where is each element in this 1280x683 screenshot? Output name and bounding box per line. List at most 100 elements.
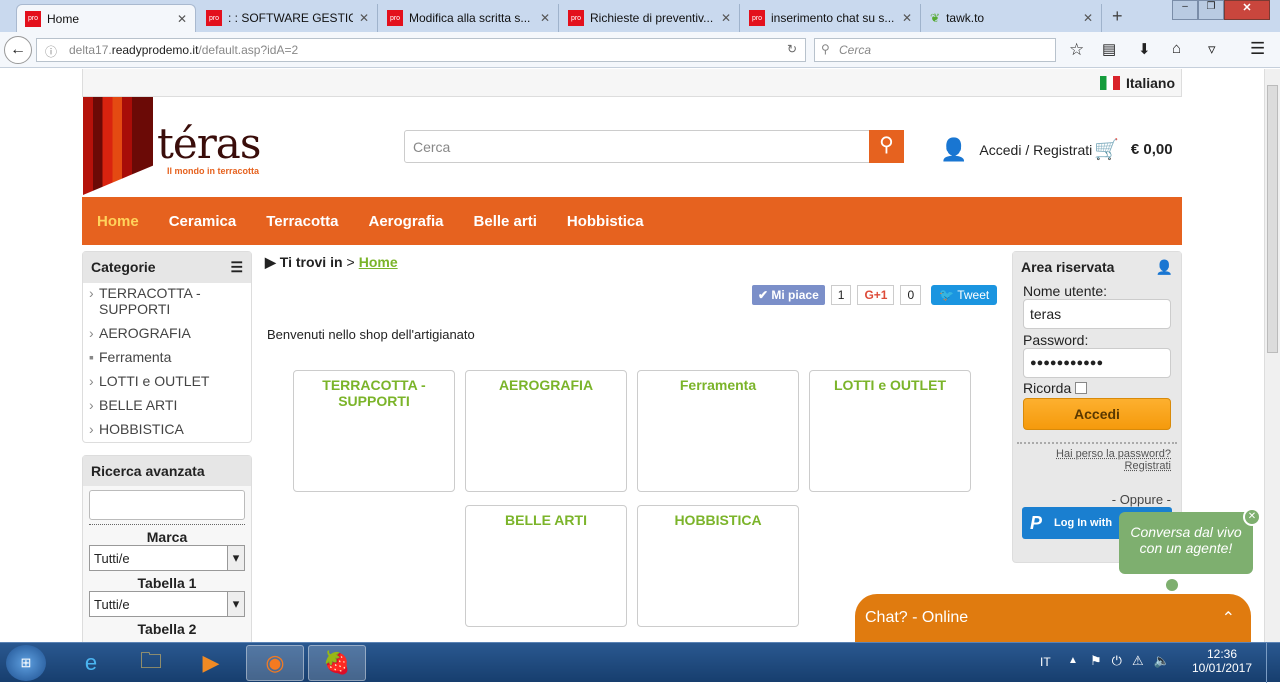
clock[interactable]: 12:36 10/01/2017 [1190, 647, 1254, 675]
menu-item-terracotta[interactable]: Terracotta [266, 213, 338, 230]
menu-item-ceramica[interactable]: Ceramica [169, 213, 237, 230]
account-link[interactable]: 👤 Accedi / Registrati [940, 137, 1092, 163]
cart-link[interactable]: 🛒 € 0,00 [1094, 137, 1173, 162]
menu-item-aerografia[interactable]: Aerografia [368, 213, 443, 230]
category-card[interactable]: LOTTI e OUTLET [809, 370, 971, 492]
login-button[interactable]: Accedi [1023, 398, 1171, 430]
window-controls: – ❐ ✕ [1172, 0, 1272, 20]
close-tab-icon[interactable]: ✕ [902, 11, 912, 25]
language-selector[interactable]: Italiano [1099, 75, 1175, 91]
advanced-search-title: Ricerca avanzata [83, 456, 251, 486]
taskbar: ⊞ e 🗀 ▶ ◉ 🍓 IT ▲ ⚑⏻⚠🔈 12:36 10/01/2017 [0, 642, 1280, 683]
username-input[interactable]: teras [1023, 299, 1171, 329]
menu-item-home[interactable]: Home [97, 213, 139, 230]
category-card[interactable]: TERRACOTTA - SUPPORTI [293, 370, 455, 492]
breadcrumb-home-link[interactable]: Home [359, 254, 398, 271]
tab[interactable]: ❦ tawk.to ✕ [922, 4, 1102, 32]
close-tab-icon[interactable]: ✕ [359, 11, 369, 25]
tab[interactable]: pro: : SOFTWARE GESTIO... ✕ [198, 4, 378, 32]
close-window-button[interactable]: ✕ [1224, 0, 1270, 20]
action-center-icon[interactable]: ⚑ [1090, 653, 1112, 668]
explorer-icon[interactable]: 🗀 [122, 645, 180, 681]
logo[interactable]: téras Il mondo in terracotta [83, 97, 283, 197]
advanced-search-input[interactable] [89, 490, 245, 520]
page-scrollbar[interactable] [1264, 69, 1280, 642]
reload-icon[interactable]: ↻ [787, 42, 797, 56]
restore-button[interactable]: ❐ [1198, 0, 1224, 20]
brand-select[interactable]: Tutti/e [89, 545, 245, 571]
category-item[interactable]: TERRACOTTA - SUPPORTI [83, 283, 251, 319]
category-item[interactable]: BELLE ARTI [83, 395, 251, 415]
category-card[interactable]: AEROGRAFIA [465, 370, 627, 492]
pocket-icon[interactable]: ▿ [1208, 40, 1216, 58]
table2-label: Tabella 2 [137, 621, 197, 637]
bookmark-star-icon[interactable]: ☆ [1069, 40, 1084, 60]
url-bar[interactable]: ⓘ delta17.readyprodemo.it/default.asp?idA… [36, 38, 806, 62]
remember-checkbox[interactable] [1075, 382, 1088, 394]
web-page: Italiano téras Il mondo in terracotta Ce… [0, 69, 1264, 642]
back-button[interactable]: ← [4, 36, 32, 64]
welcome-text: Benvenuti nello shop dell'artigianato [267, 327, 475, 342]
close-tab-icon[interactable]: ✕ [177, 12, 187, 26]
like-button[interactable]: ✔ Mi piace [752, 285, 825, 305]
strawberry-app-icon[interactable]: 🍓 [308, 645, 366, 681]
language-indicator[interactable]: IT [1040, 655, 1051, 669]
password-input[interactable]: ●●●●●●●●●●● [1023, 348, 1171, 378]
close-tab-icon[interactable]: ✕ [1083, 11, 1093, 25]
menu-item-hobbistica[interactable]: Hobbistica [567, 213, 644, 230]
site-search-button[interactable]: ⚲ [869, 130, 904, 163]
pro-favicon-icon: pro [749, 10, 765, 26]
tweet-button[interactable]: 🐦 Tweet [931, 285, 998, 305]
start-button[interactable]: ⊞ [6, 645, 46, 681]
search-icon: ⚲ [879, 134, 894, 156]
main-menu: Home Ceramica Terracotta Aerografia Bell… [82, 197, 1182, 245]
or-label: - Oppure - [1111, 492, 1171, 507]
language-label: Italiano [1125, 75, 1175, 91]
tab[interactable]: pro inserimento chat su s... ✕ [741, 4, 921, 32]
close-bubble-icon[interactable]: ✕ [1243, 508, 1261, 526]
ie-icon[interactable]: e [62, 645, 120, 681]
register-link[interactable]: Registrati [1023, 460, 1171, 472]
media-player-icon[interactable]: ▶ [182, 645, 240, 681]
volume-icon[interactable]: 🔈 [1154, 653, 1180, 668]
category-item[interactable]: LOTTI e OUTLET [83, 371, 251, 391]
tab-home[interactable]: pro Home ✕ [16, 4, 196, 32]
home-icon[interactable]: ⌂ [1172, 40, 1181, 57]
chat-bar[interactable]: Chat? - Online ⌃ [855, 594, 1251, 642]
chevron-up-icon[interactable]: ⌃ [1222, 608, 1235, 628]
categories-title: Categorie [91, 259, 156, 275]
account-label: Accedi / Registrati [979, 142, 1093, 158]
network-warning-icon[interactable]: ⚠ [1132, 653, 1154, 668]
firefox-icon[interactable]: ◉ [246, 645, 304, 681]
category-card[interactable]: HOBBISTICA [637, 505, 799, 627]
show-hidden-icons[interactable]: ▲ [1068, 655, 1078, 666]
chat-bubble[interactable]: Conversa dal vivo con un agente! [1119, 512, 1253, 574]
site-search-input[interactable]: Cerca [404, 130, 870, 163]
category-item[interactable]: AEROGRAFIA [83, 323, 251, 343]
lost-password-link[interactable]: Hai perso la password? [1023, 448, 1171, 460]
browser-search-input[interactable]: ⚲ Cerca [814, 38, 1056, 62]
clock-date: 10/01/2017 [1191, 661, 1253, 675]
tab[interactable]: pro Modifica alla scritta s... ✕ [379, 4, 559, 32]
scrollbar-thumb[interactable] [1267, 85, 1278, 353]
show-desktop-button[interactable] [1266, 643, 1280, 683]
tab[interactable]: pro Richieste di preventiv... ✕ [560, 4, 740, 32]
gplus-button[interactable]: G+1 [857, 285, 895, 305]
menu-icon[interactable]: ☰ [1250, 39, 1265, 59]
breadcrumb-prefix: Ti trovi in [279, 254, 343, 270]
close-tab-icon[interactable]: ✕ [721, 11, 731, 25]
reading-list-icon[interactable]: ▤ [1102, 40, 1116, 58]
category-item[interactable]: Ferramenta [83, 347, 251, 367]
tray-icons[interactable]: ⚑⏻⚠🔈 [1090, 653, 1180, 669]
user-icon: 👤 [940, 137, 968, 162]
menu-item-belle-arti[interactable]: Belle arti [474, 213, 537, 230]
download-icon[interactable]: ⬇ [1138, 40, 1151, 58]
minimize-button[interactable]: – [1172, 0, 1198, 20]
table1-select[interactable]: Tutti/e [89, 591, 245, 617]
category-card[interactable]: BELLE ARTI [465, 505, 627, 627]
category-card[interactable]: Ferramenta [637, 370, 799, 492]
power-icon[interactable]: ⏻ [1112, 653, 1132, 668]
category-item[interactable]: HOBBISTICA [83, 419, 251, 439]
close-tab-icon[interactable]: ✕ [540, 11, 550, 25]
new-tab-button[interactable]: + [1112, 6, 1123, 27]
